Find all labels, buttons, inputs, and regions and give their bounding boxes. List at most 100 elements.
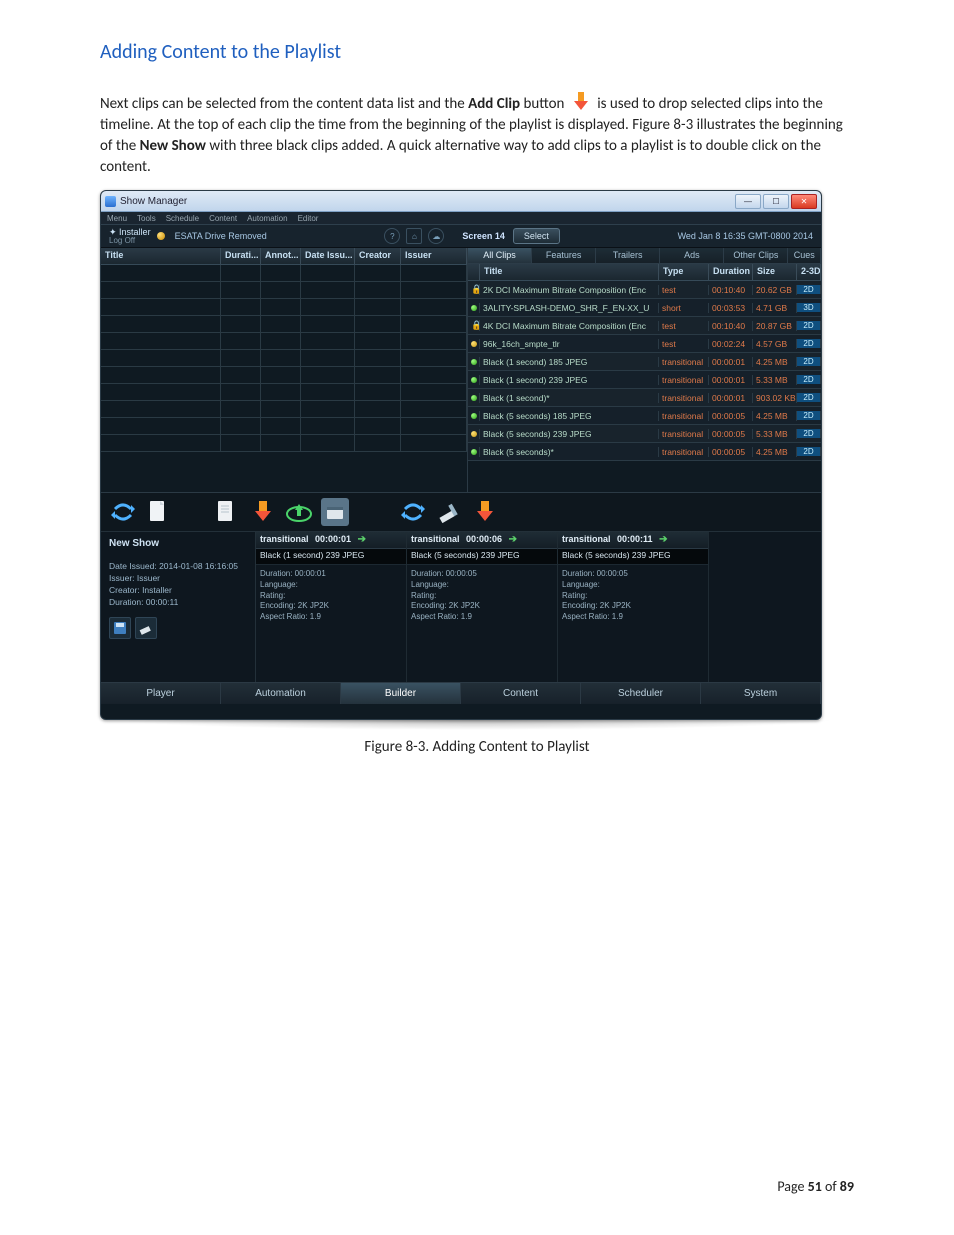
col-content-type[interactable]: Type (659, 264, 709, 280)
tab-system[interactable]: System (701, 682, 821, 704)
playlist-table-body (101, 265, 467, 492)
content-row[interactable]: 🔒4K DCI Maximum Bitrate Composition (Enc… (468, 317, 821, 335)
select-button[interactable]: Select (513, 228, 560, 244)
tab-other-clips[interactable]: Other Clips (724, 248, 788, 264)
section-heading: Adding Content to the Playlist (100, 40, 854, 64)
tab-content[interactable]: Content (461, 682, 581, 704)
content-2d3d-badge: 2D (797, 357, 821, 366)
content-size: 4.25 MB (753, 447, 797, 457)
refresh-content-icon[interactable] (399, 498, 427, 526)
col-title[interactable]: Title (101, 248, 221, 264)
window-maximize-button[interactable]: ☐ (763, 194, 789, 209)
content-row[interactable]: Black (5 seconds)*transitional00:00:054.… (468, 443, 821, 461)
content-row[interactable]: Black (5 seconds) 185 JPEGtransitional00… (468, 407, 821, 425)
clear-show-icon[interactable] (135, 617, 157, 639)
tab-all-clips[interactable]: All Clips (468, 248, 532, 264)
timeline-clip[interactable]: transitional 00:00:01 ➔ Black (1 second)… (256, 532, 407, 682)
clip-timecode: 00:00:06 (462, 532, 506, 546)
playlist-table: Title Durati... Annot... Date Issu... Cr… (101, 248, 468, 492)
content-row[interactable]: Black (1 second) 185 JPEGtransitional00:… (468, 353, 821, 371)
content-2d3d-badge: 2D (797, 285, 821, 294)
drive-status-icon (157, 232, 165, 240)
col-duration[interactable]: Durati... (221, 248, 261, 264)
upload-cloud-icon[interactable] (285, 498, 313, 526)
content-2d3d-badge: 2D (797, 321, 821, 330)
content-size: 20.62 GB (753, 285, 797, 295)
para-text: with three black clips added. A quick al… (100, 137, 821, 176)
save-show-icon[interactable] (109, 617, 131, 639)
timeline-clip[interactable]: transitional 00:00:11 ➔ Black (5 seconds… (558, 532, 709, 682)
content-size: 4.57 GB (753, 339, 797, 349)
col-creator[interactable]: Creator (355, 248, 401, 264)
status-dot-icon (468, 429, 480, 439)
tab-automation[interactable]: Automation (221, 682, 341, 704)
status-dot-icon (468, 393, 480, 403)
content-title: Black (5 seconds)* (480, 447, 659, 457)
content-2d3d-badge: 2D (797, 339, 821, 348)
content-duration: 00:00:05 (709, 429, 753, 439)
content-title: 2K DCI Maximum Bitrate Composition (Enc (480, 285, 659, 295)
content-title: Black (1 second) 239 JPEG (480, 375, 659, 385)
content-2d3d-badge: 2D (797, 393, 821, 402)
clip-metadata: Duration: 00:00:05Language:Rating:Encodi… (407, 565, 557, 682)
status-bar: ✦ Installer Log Off ESATA Drive Removed … (101, 224, 821, 248)
content-title: 3ALITY-SPLASH-DEMO_SHR_F_EN-XX_U (480, 303, 659, 313)
clip-metadata: Duration: 00:00:01Language:Rating:Encodi… (256, 565, 406, 682)
menubar: Menu Tools Schedule Content Automation E… (101, 212, 821, 224)
logoff-link[interactable]: Log Off (109, 237, 151, 245)
menu-item[interactable]: Tools (137, 214, 156, 223)
content-row[interactable]: Black (5 seconds) 239 JPEGtransitional00… (468, 425, 821, 443)
content-row[interactable]: 3ALITY-SPLASH-DEMO_SHR_F_EN-XX_Ushort00:… (468, 299, 821, 317)
content-row[interactable]: 96k_16ch_smpte_tlrtest00:02:244.57 GB2D (468, 335, 821, 353)
tab-player[interactable]: Player (101, 682, 221, 704)
col-content-duration[interactable]: Duration (709, 264, 753, 280)
window-minimize-button[interactable]: — (735, 194, 761, 209)
menu-item[interactable]: Schedule (166, 214, 199, 223)
content-file-icon[interactable] (213, 498, 241, 526)
col-issuer[interactable]: Issuer (401, 248, 467, 264)
storage-icon[interactable]: ⌂ (406, 228, 422, 244)
content-title: Black (5 seconds) 239 JPEG (480, 429, 659, 439)
add-clip-down-icon[interactable] (249, 498, 277, 526)
content-row[interactable]: Black (1 second)*transitional00:00:01903… (468, 389, 821, 407)
content-size: 4.25 MB (753, 357, 797, 367)
content-2d3d-badge: 2D (797, 429, 821, 438)
col-content-title[interactable]: Title (480, 264, 659, 280)
timeline-empty[interactable] (709, 532, 821, 682)
timeline-clip[interactable]: transitional 00:00:06 ➔ Black (5 seconds… (407, 532, 558, 682)
cloud-icon[interactable]: ☁ (428, 228, 444, 244)
playlist-file-icon[interactable] (145, 498, 173, 526)
help-icon[interactable]: ? (384, 228, 400, 244)
timeline[interactable]: transitional 00:00:01 ➔ Black (1 second)… (256, 532, 821, 682)
content-duration: 00:00:01 (709, 357, 753, 367)
calendar-icon[interactable] (321, 498, 349, 526)
window-close-button[interactable]: ✕ (791, 194, 817, 209)
status-dot-icon (468, 411, 480, 421)
edit-content-icon[interactable] (435, 498, 463, 526)
menu-item[interactable]: Menu (107, 214, 127, 223)
col-content-size[interactable]: Size (753, 264, 797, 280)
tab-ads[interactable]: Ads (660, 248, 724, 264)
add-clip-button[interactable] (471, 498, 499, 526)
window-titlebar: Show Manager — ☐ ✕ (101, 191, 821, 212)
col-content-2d3d[interactable]: 2-3D (797, 264, 821, 280)
content-duration: 00:10:40 (709, 285, 753, 295)
tab-builder[interactable]: Builder (341, 682, 461, 704)
col-annot[interactable]: Annot... (261, 248, 301, 264)
arrow-right-icon: ➔ (358, 534, 370, 545)
tab-scheduler[interactable]: Scheduler (581, 682, 701, 704)
content-title: 96k_16ch_smpte_tlr (480, 339, 659, 349)
content-row[interactable]: Black (1 second) 239 JPEGtransitional00:… (468, 371, 821, 389)
tab-cues[interactable]: Cues (788, 248, 821, 264)
content-duration: 00:00:01 (709, 393, 753, 403)
tab-trailers[interactable]: Trailers (596, 248, 660, 264)
clip-metadata: Duration: 00:00:05Language:Rating:Encodi… (558, 565, 708, 682)
content-row[interactable]: 🔒2K DCI Maximum Bitrate Composition (Enc… (468, 281, 821, 299)
menu-item[interactable]: Content (209, 214, 237, 223)
refresh-playlist-icon[interactable] (109, 498, 137, 526)
menu-item[interactable]: Editor (298, 214, 319, 223)
content-duration: 00:10:40 (709, 321, 753, 331)
tab-features[interactable]: Features (532, 248, 596, 264)
menu-item[interactable]: Automation (247, 214, 287, 223)
col-date-issued[interactable]: Date Issu... (301, 248, 355, 264)
